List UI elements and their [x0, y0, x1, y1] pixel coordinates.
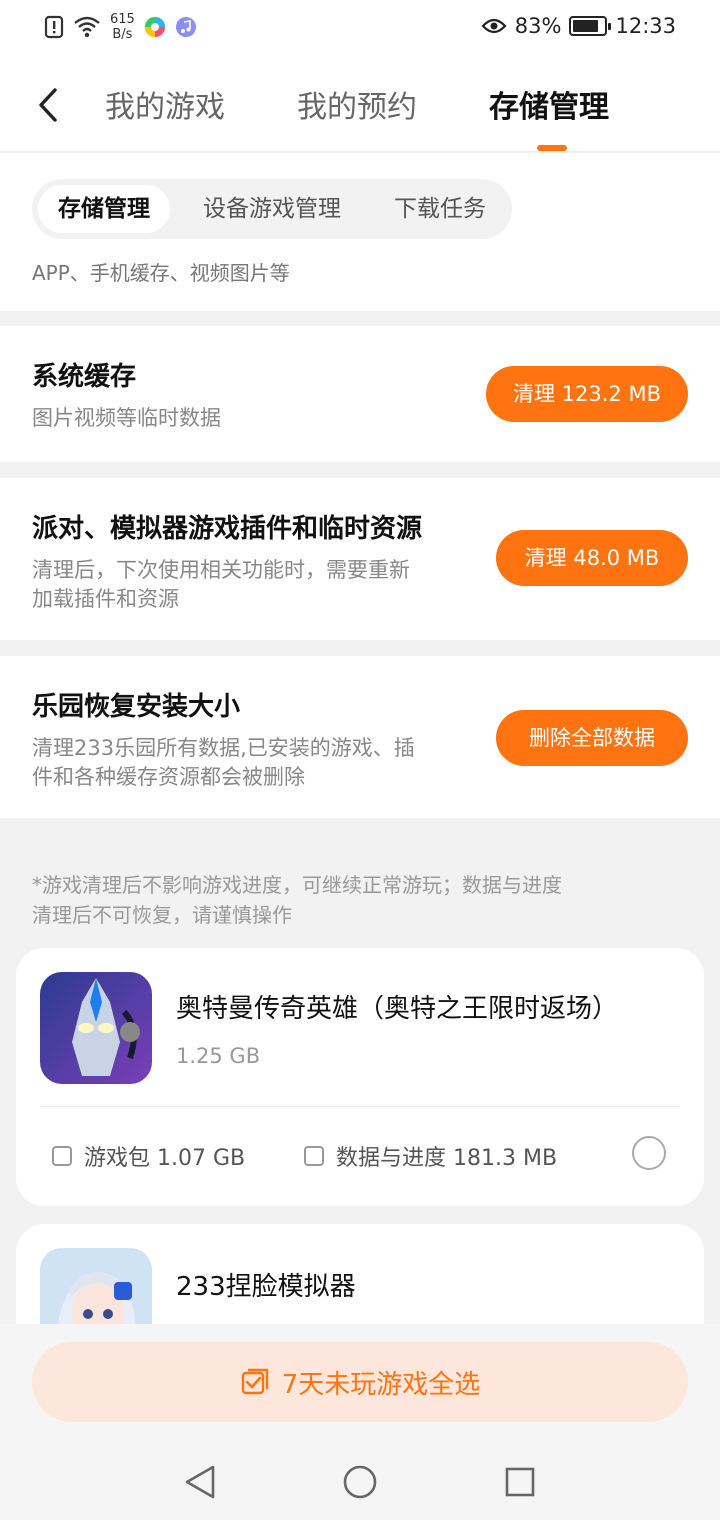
nav-back-icon — [185, 1465, 215, 1499]
music-app-icon — [175, 17, 196, 37]
option-label: 数据与进度 181.3 MB — [336, 1146, 558, 1171]
note-line2: 清理后不可恢复，请谨慎操作 — [32, 903, 292, 927]
battery-level — [573, 20, 599, 32]
game-package-option[interactable]: 游戏包 1.07 GB — [52, 1140, 245, 1172]
game-data-option[interactable]: 数据与进度 181.3 MB — [304, 1140, 557, 1172]
row-description-line2: 件和各种缓存资源都会被删除 — [32, 765, 305, 789]
subtab-storage[interactable]: 存储管理 — [38, 185, 170, 233]
row-title: 系统缓存 — [32, 362, 137, 392]
nav-home-button[interactable] — [340, 1462, 380, 1502]
battery-percent: 83% — [514, 14, 562, 38]
divider — [40, 1106, 680, 1107]
system-cache-row: 系统缓存 图片视频等临时数据 清理 123.2 MB — [0, 326, 720, 462]
top-nav: 我的游戏 我的预约 存储管理 — [0, 60, 720, 152]
status-bar: 615 B/s 83% 12:33 — [0, 0, 720, 60]
battery-icon — [569, 16, 612, 36]
system-nav-bar — [0, 1440, 720, 1520]
nav-recents-button[interactable] — [500, 1462, 540, 1502]
select-game-radio[interactable] — [632, 1136, 666, 1170]
row-description: 图片视频等临时数据 — [32, 406, 221, 430]
game-card: 奥特曼传奇英雄（奥特之王限时返场） 1.25 GB 游戏包 1.07 GB 数据… — [16, 948, 704, 1206]
nav-home-icon — [343, 1465, 377, 1499]
tab-storage-management[interactable]: 存储管理 — [489, 82, 609, 126]
sim-alert-icon — [44, 15, 64, 39]
network-speed: 615 B/s — [110, 12, 135, 42]
row-title: 派对、模拟器游戏插件和临时资源 — [32, 514, 423, 544]
tab-my-games[interactable]: 我的游戏 — [105, 82, 225, 126]
eye-comfort-icon — [481, 18, 507, 34]
checklist-icon — [241, 1368, 268, 1395]
plugin-cache-row: 派对、模拟器游戏插件和临时资源 清理后，下次使用相关功能时，需要重新 加载插件和… — [0, 478, 720, 640]
select-all-label: 7天未玩游戏全选 — [281, 1369, 481, 1400]
row-description-line1: 清理后，下次使用相关功能时，需要重新 — [32, 558, 410, 582]
nav-back-button[interactable] — [180, 1462, 220, 1502]
checkbox[interactable] — [304, 1146, 324, 1166]
clean-system-cache-button[interactable]: 清理 123.2 MB — [486, 366, 688, 422]
select-inactive-games-button[interactable]: 7天未玩游戏全选 — [32, 1342, 688, 1422]
subtab-downloads[interactable]: 下载任务 — [376, 185, 504, 233]
game-name: 233捏脸模拟器 — [176, 1272, 356, 1302]
nav-recents-icon — [505, 1467, 535, 1497]
clean-plugin-cache-button[interactable]: 清理 48.0 MB — [496, 530, 688, 586]
bottom-area: 7天未玩游戏全选 — [0, 1324, 720, 1520]
restore-install-row: 乐园恢复安装大小 清理233乐园所有数据,已安装的游戏、插 件和各种缓存资源都会… — [0, 656, 720, 818]
row-description-line1: 清理233乐园所有数据,已安装的游戏、插 — [32, 736, 415, 760]
sub-tab-card: 存储管理 设备游戏管理 下载任务 APP、手机缓存、视频图片等 — [0, 153, 720, 311]
ultraman-game-icon — [40, 972, 152, 1084]
subtab-device-games[interactable]: 设备游戏管理 — [184, 185, 360, 233]
colorful-app-icon — [144, 16, 166, 38]
cleanup-note: *游戏清理后不影响游戏进度，可继续正常游玩；数据与进度 清理后不可恢复，请谨慎操… — [32, 870, 692, 930]
note-line1: *游戏清理后不影响游戏进度，可继续正常游玩；数据与进度 — [32, 873, 562, 897]
game-name: 奥特曼传奇英雄（奥特之王限时返场） — [176, 994, 619, 1024]
subtab-description: APP、手机缓存、视频图片等 — [32, 261, 290, 285]
delete-all-data-button[interactable]: 删除全部数据 — [496, 710, 688, 766]
status-left: 615 B/s — [44, 12, 197, 42]
net-speed-unit: B/s — [112, 27, 133, 42]
game-size: 1.25 GB — [176, 1044, 261, 1068]
row-title: 乐园恢复安装大小 — [32, 692, 241, 722]
back-button[interactable] — [26, 80, 70, 130]
tab-my-reservations[interactable]: 我的预约 — [297, 82, 417, 126]
chevron-left-icon — [39, 88, 57, 122]
active-tab-indicator — [537, 145, 567, 151]
checkbox[interactable] — [52, 1146, 72, 1166]
row-description-line2: 加载插件和资源 — [32, 587, 179, 611]
net-speed-value: 615 — [110, 12, 135, 27]
wifi-icon — [74, 16, 100, 38]
segmented-control: 存储管理 设备游戏管理 下载任务 — [32, 179, 512, 239]
option-label: 游戏包 1.07 GB — [84, 1146, 246, 1171]
status-right: 83% 12:33 — [481, 14, 676, 38]
clock-time: 12:33 — [615, 14, 676, 38]
